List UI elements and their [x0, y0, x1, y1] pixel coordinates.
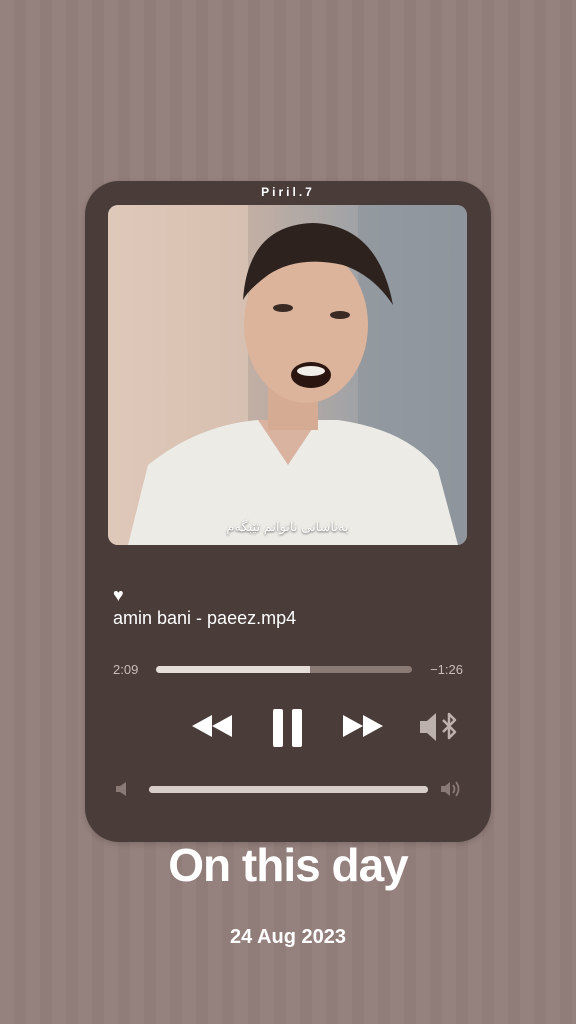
progress-fill: [156, 666, 310, 673]
music-player-card: Piril.7 بەناسانی ناتوانم تێبگەم ♥ amin b…: [85, 181, 491, 842]
pause-icon[interactable]: [273, 709, 303, 752]
on-this-day-heading: On this day: [168, 839, 408, 891]
volume-low-icon: [115, 781, 129, 802]
video-subtitle: بەناسانی ناتوانم تێبگەم: [226, 519, 349, 534]
elapsed-time: 2:09: [113, 662, 139, 677]
memory-date: 24 Aug 2023: [230, 926, 346, 948]
singer-illustration: [108, 205, 467, 545]
remaining-time: −1:26: [430, 662, 463, 677]
track-title: amin bani - paeez.mp4: [113, 608, 297, 628]
rewind-icon[interactable]: [192, 715, 232, 742]
fast-forward-icon[interactable]: [343, 715, 383, 742]
volume-high-icon: [440, 780, 464, 803]
progress-bar[interactable]: [156, 666, 412, 673]
heart-icon[interactable]: ♥: [113, 586, 124, 604]
volume-fill: [149, 786, 428, 793]
speaker-bluetooth-icon[interactable]: [418, 711, 460, 748]
video-thumbnail[interactable]: بەناسانی ناتوانم تێبگەم: [108, 205, 467, 545]
username-label: Piril.7: [261, 185, 315, 199]
volume-slider[interactable]: [149, 786, 428, 793]
